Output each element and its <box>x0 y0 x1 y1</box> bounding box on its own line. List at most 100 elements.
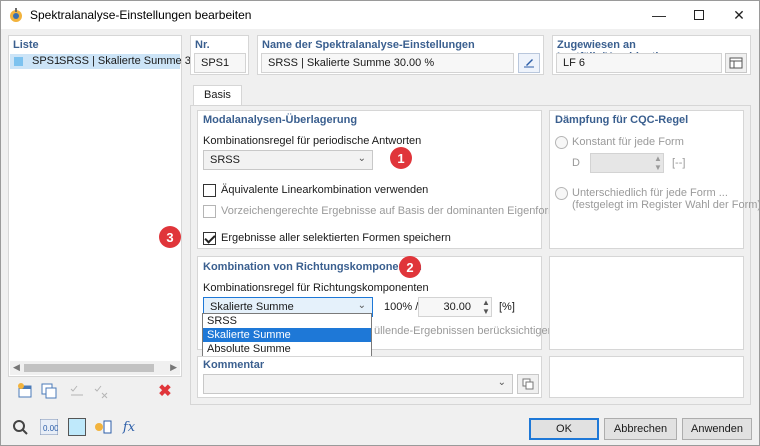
minimize-button[interactable]: — <box>639 1 679 29</box>
modal-section-title: Modalanalysen-Überlagerung <box>203 114 358 126</box>
decimal-icon: 0.00 <box>40 419 58 435</box>
modal-section: Modalanalysen-Überlagerung Kombinationsr… <box>197 110 557 249</box>
list-horizontal-scrollbar[interactable]: ◀ ▶ <box>10 361 180 375</box>
dropdown-option-selected[interactable]: Skalierte Summe <box>203 328 371 342</box>
ok-button[interactable]: OK <box>529 418 599 440</box>
name-label: Name der Spektralanalyse-Einstellungen <box>262 39 475 51</box>
variable-damping-label-1: Unterschiedlich für jede Form ... <box>572 187 728 199</box>
chevron-down-icon: ⌄ <box>357 300 366 311</box>
dropdown-option[interactable]: Absolute Summe <box>203 342 371 356</box>
formula-button[interactable]: fx <box>119 417 139 437</box>
nr-panel: Nr. SPS1 <box>190 35 249 75</box>
comment-section: Kommentar ⌄ <box>197 356 542 398</box>
damping-section-title: Dämpfung für CQC-Regel <box>555 114 689 126</box>
edit-icon <box>524 59 534 68</box>
tab-basis[interactable]: Basis <box>193 85 242 105</box>
list-item-id: SPS1 <box>32 55 61 67</box>
modal-rule-select[interactable]: SRSS ⌄ <box>203 150 373 170</box>
edit-name-button[interactable] <box>518 53 540 73</box>
directional-rule-value: Skalierte Summe <box>210 301 294 313</box>
list-header: Liste <box>13 39 39 51</box>
damping-d-unit: [--] <box>672 157 686 169</box>
copy-icon <box>522 378 534 390</box>
maximize-button[interactable] <box>679 1 719 29</box>
annotation-badge-3: 3 <box>159 226 181 248</box>
copy-item-button[interactable] <box>39 381 59 401</box>
partial-option-label: üllende-Ergebnissen berücksichtigen <box>374 325 554 337</box>
directional-rule-dropdown[interactable]: SRSS Skalierte Summe Absolute Summe <box>202 313 372 358</box>
units-button[interactable]: 0.00 <box>39 417 59 437</box>
variable-damping-radio[interactable] <box>555 187 568 200</box>
save-all-modes-label: Ergebnisse aller selektierten Formen spe… <box>221 232 451 244</box>
title-bar: Spektralanalyse-Einstellungen bearbeiten… <box>1 1 759 29</box>
scrollbar-thumb[interactable] <box>24 364 154 372</box>
scroll-left-icon[interactable]: ◀ <box>13 362 20 373</box>
checklist-alt-icon <box>94 385 108 399</box>
damping-d-label: D <box>572 157 580 169</box>
constant-damping-radio[interactable] <box>555 136 568 149</box>
constant-damping-label: Konstant für jede Form <box>572 136 684 148</box>
damping-section: Dämpfung für CQC-Regel Konstant für jede… <box>549 110 760 249</box>
maximize-icon <box>694 10 704 20</box>
assigned-field[interactable]: LF 6 <box>556 53 722 73</box>
equivalent-linear-checkbox[interactable] <box>203 184 216 197</box>
new-item-button[interactable] <box>15 381 35 401</box>
minimize-icon: — <box>652 7 666 23</box>
comment-select[interactable]: ⌄ <box>203 374 513 394</box>
signed-results-label: Vorzeichengerechte Ergebnisse auf Basis … <box>221 205 558 217</box>
percent-unit: [%] <box>499 301 515 313</box>
scroll-right-icon[interactable]: ▶ <box>170 362 177 373</box>
display-settings-icon <box>95 420 112 434</box>
uncheck-button-disabled[interactable] <box>91 381 111 401</box>
comment-copy-button[interactable] <box>517 374 539 394</box>
percent-spinner-icon[interactable]: ▲ ▼ <box>482 298 490 316</box>
delete-icon: ✖ <box>158 383 172 400</box>
variable-damping-label-2: (festgelegt im Register Wahl der Form) <box>572 199 760 211</box>
close-button[interactable]: ✕ <box>719 1 759 29</box>
damping-d-field[interactable] <box>590 153 664 173</box>
window-title: Spektralanalyse-Einstellungen bearbeiten <box>30 8 252 22</box>
modal-rule-value: SRSS <box>210 154 240 166</box>
equivalent-linear-label: Äquivalente Linearkombination verwenden <box>221 184 429 196</box>
save-all-modes-checkbox[interactable] <box>203 232 216 245</box>
search-button[interactable] <box>10 417 30 437</box>
assigned-panel: Zugewiesen an Lastfälle/Kombinationen LF… <box>552 35 751 75</box>
color-button[interactable] <box>67 417 87 437</box>
select-loadcases-button[interactable] <box>725 53 747 73</box>
chevron-down-icon: ⌄ <box>497 377 506 388</box>
percent-prefix: 100% / <box>384 301 419 313</box>
percent-field[interactable]: 30.00 <box>418 297 492 317</box>
cancel-button[interactable]: Abbrechen <box>604 418 677 440</box>
name-panel: Name der Spektralanalyse-Einstellungen S… <box>257 35 544 75</box>
display-button[interactable] <box>93 417 113 437</box>
list-item-color-swatch <box>14 57 23 66</box>
dropdown-option[interactable]: SRSS <box>203 314 371 328</box>
signed-results-checkbox[interactable] <box>203 205 216 218</box>
check-button-disabled[interactable] <box>67 381 87 401</box>
apply-button[interactable]: Anwenden <box>682 418 752 440</box>
list-item[interactable]: SPS1 SRSS | Skalierte Summe 30.00 <box>10 54 212 69</box>
nr-field[interactable]: SPS1 <box>194 53 246 73</box>
directional-section-title: Kombination von Richtungskomponenten <box>203 261 422 273</box>
color-swatch-icon <box>68 418 86 436</box>
directional-rule-label: Kombinationsregel für Richtungskomponent… <box>203 282 429 294</box>
close-icon: ✕ <box>733 6 745 23</box>
modal-rule-label: Kombinationsregel für periodische Antwor… <box>203 135 422 147</box>
directional-side-panel <box>549 256 744 350</box>
delete-button[interactable]: ✖ <box>155 381 175 401</box>
svg-text:0.00: 0.00 <box>43 424 58 433</box>
app-icon <box>10 8 22 22</box>
annotation-badge-1: 1 <box>390 147 412 169</box>
damping-spinner-icon[interactable]: ▲ ▼ <box>654 154 662 172</box>
list-panel: Liste SPS1 SRSS | Skalierte Summe 30.00 … <box>8 35 212 377</box>
comment-label: Kommentar <box>203 359 265 371</box>
annotation-badge-2: 2 <box>399 256 421 278</box>
search-icon <box>13 420 28 435</box>
checklist-icon <box>70 385 83 396</box>
new-item-icon <box>18 383 32 398</box>
name-field[interactable]: SRSS | Skalierte Summe 30.00 % <box>261 53 514 73</box>
chevron-down-icon: ⌄ <box>357 153 366 164</box>
comment-side-panel <box>549 356 744 398</box>
table-icon <box>729 57 743 69</box>
formula-icon: fx <box>122 419 136 435</box>
